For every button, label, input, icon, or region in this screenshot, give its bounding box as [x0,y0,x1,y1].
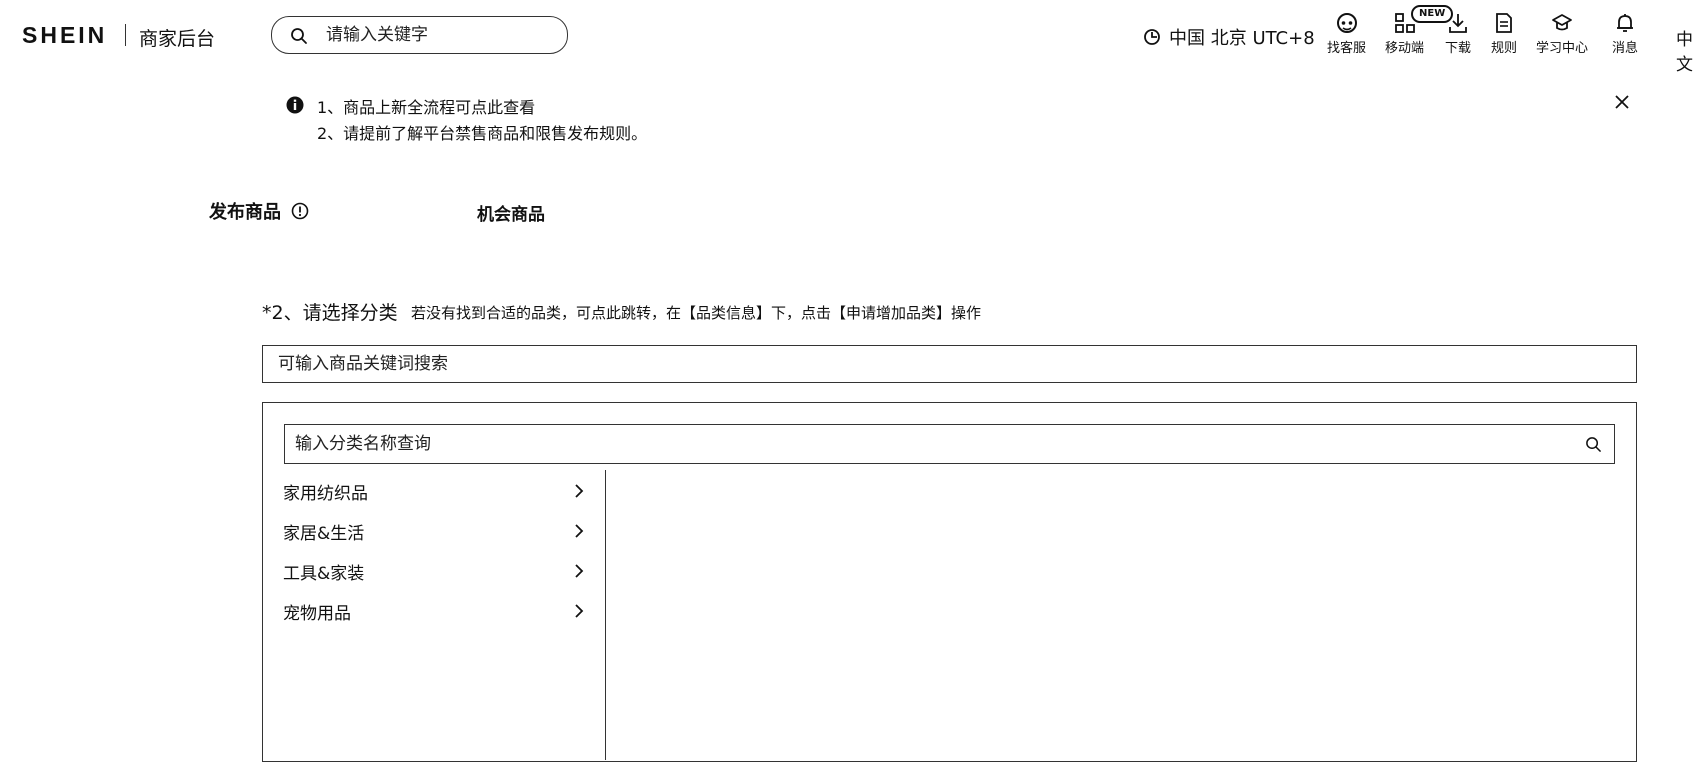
step-hint-link[interactable]: 若没有找到合适的品类，可点此跳转，在【品类信息】下，点击【申请增加品类】操作 [411,302,981,323]
category-label: 家用纺织品 [283,483,368,504]
category-item[interactable]: 工具&家装 [283,552,585,590]
global-search-input[interactable] [326,21,556,49]
chevron-right-icon [575,524,584,538]
category-column-divider [605,470,606,760]
customer-service-button[interactable]: 找客服 [1327,12,1366,56]
learning-center-label: 学习中心 [1536,41,1589,56]
search-icon [291,28,307,44]
chevron-right-icon [575,564,584,578]
customer-service-label: 找客服 [1327,41,1367,56]
logo-divider [125,24,126,46]
graduation-cap-icon [1552,14,1572,31]
shein-logo[interactable]: SHEIN [22,22,107,49]
category-label: 家居&生活 [283,523,365,544]
category-search-box[interactable] [284,424,1615,464]
rules-button[interactable]: 规则 [1491,12,1517,56]
notice-line-restricted-rules[interactable]: 2、请提前了解平台禁售商品和限售发布规则。 [317,120,647,144]
category-search-input[interactable] [295,431,1555,457]
category-item[interactable]: 家居&生活 [283,512,585,550]
language-switcher[interactable]: 中文 [1676,25,1702,75]
category-label: 宠物用品 [283,603,351,624]
merchant-backend-title: 商家后台 [139,28,216,50]
close-icon[interactable] [1614,94,1630,110]
category-item[interactable]: 宠物用品 [283,592,585,630]
category-item[interactable]: 家用纺织品 [283,472,585,510]
clock-icon [1144,29,1160,45]
messages-button[interactable]: 消息 [1612,12,1638,56]
messages-label: 消息 [1612,41,1639,56]
bell-icon [1617,14,1633,32]
tab-publish-product[interactable]: 发布商品 [209,198,309,224]
category-label: 工具&家装 [283,563,365,584]
mobile-app-label: 移动端 [1385,41,1425,56]
chevron-right-icon [575,604,584,618]
learning-center-button[interactable]: 学习中心 [1536,12,1588,56]
step-title: *2、请选择分类 [262,302,398,324]
product-keyword-search[interactable] [262,345,1637,383]
notice-line-listing-process[interactable]: 1、商品上新全流程可点此查看 [317,94,535,118]
tab-publish-label: 发布商品 [209,202,281,223]
tab-opportunity-product[interactable]: 机会商品 [477,200,545,225]
download-button[interactable]: 下载 [1445,12,1471,56]
download-label: 下载 [1445,41,1472,56]
customer-service-icon [1336,13,1357,33]
timezone-selector[interactable]: 中国 北京 UTC+8 [1143,24,1315,50]
global-search-box[interactable] [271,16,568,54]
download-icon [1449,14,1467,33]
timezone-label: 中国 北京 UTC+8 [1169,28,1315,49]
rules-label: 规则 [1491,41,1518,56]
rules-document-icon [1496,13,1512,33]
product-keyword-input[interactable] [278,351,1578,377]
exclamation-circle-icon[interactable] [291,202,309,220]
search-icon[interactable] [1585,436,1602,453]
chevron-right-icon [575,484,584,498]
info-icon [286,96,304,114]
